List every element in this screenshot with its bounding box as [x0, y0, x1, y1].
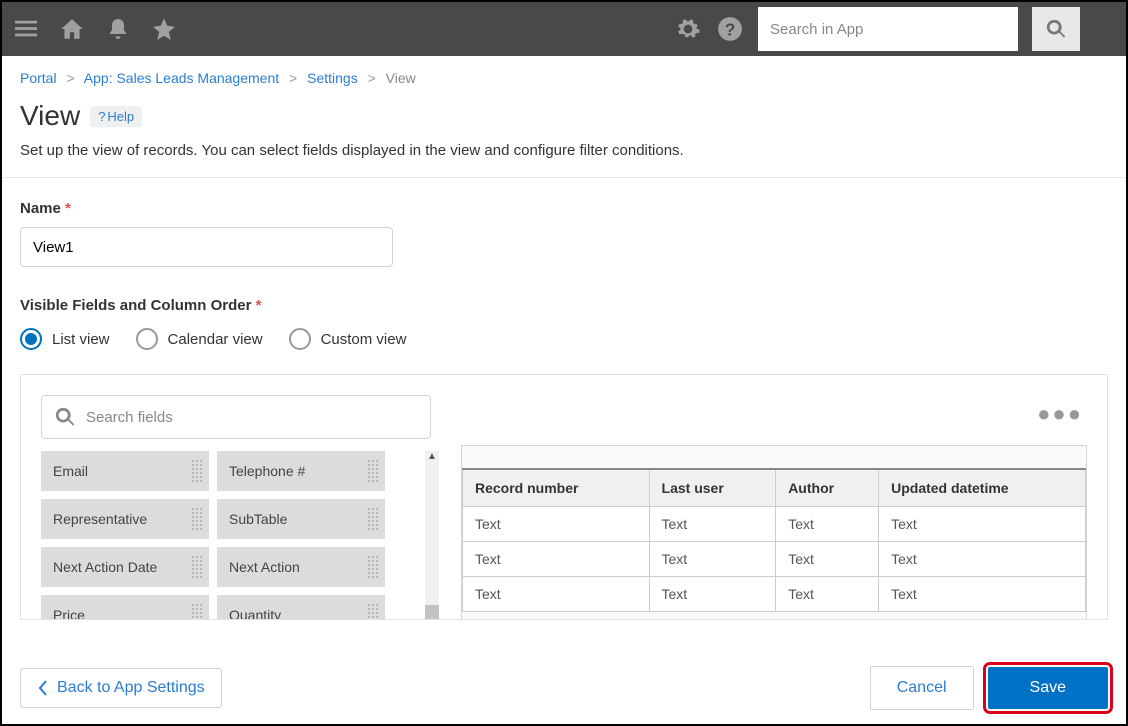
header-right: ?: [674, 2, 1116, 56]
breadcrumb-sep: >: [289, 70, 297, 86]
field-chip[interactable]: SubTable: [217, 499, 385, 539]
page-title: View: [20, 100, 80, 132]
app-header: ?: [2, 2, 1126, 56]
help-link[interactable]: ?Help: [90, 106, 142, 127]
star-icon[interactable]: [150, 15, 178, 43]
column-header[interactable]: Author: [776, 469, 879, 507]
column-header[interactable]: Updated datetime: [879, 469, 1086, 507]
preview-table: Record number Last user Author Updated d…: [462, 468, 1086, 612]
drag-handle-icon[interactable]: [191, 459, 203, 483]
breadcrumb-sep: >: [66, 70, 74, 86]
header-edge: [1094, 2, 1116, 56]
cancel-button[interactable]: Cancel: [870, 666, 974, 710]
view-type-radios: List view Calendar view Custom view: [20, 328, 1108, 350]
search-button[interactable]: [1032, 7, 1080, 51]
subtitle: Set up the view of records. You can sele…: [2, 142, 1126, 178]
radio-calendar-view[interactable]: Calendar view: [136, 328, 263, 350]
save-button[interactable]: Save: [988, 667, 1108, 709]
title-row: View ?Help: [2, 92, 1126, 142]
drag-handle-icon[interactable]: [191, 555, 203, 579]
radio-custom-label: Custom view: [321, 331, 407, 348]
visible-fields-label: Visible Fields and Column Order *: [20, 297, 1108, 314]
drag-handle-icon[interactable]: [191, 507, 203, 531]
field-chips: Email Telephone # Representative SubTabl…: [41, 451, 421, 620]
help-icon[interactable]: ?: [716, 15, 744, 43]
field-chip[interactable]: Next Action: [217, 547, 385, 587]
drag-handle-icon[interactable]: [367, 603, 379, 620]
fields-panel: Email Telephone # Representative SubTabl…: [20, 374, 1108, 620]
breadcrumb-settings[interactable]: Settings: [307, 70, 358, 86]
visible-fields-section: Visible Fields and Column Order * List v…: [2, 267, 1126, 350]
radio-custom-view[interactable]: Custom view: [289, 328, 407, 350]
radio-calendar-label: Calendar view: [168, 331, 263, 348]
name-input[interactable]: [20, 227, 393, 267]
field-chip[interactable]: Email: [41, 451, 209, 491]
footer: Back to App Settings Cancel Save: [8, 658, 1120, 718]
header-left: [12, 15, 178, 43]
table-row: TextTextTextText: [463, 577, 1086, 612]
chips-container: Email Telephone # Representative SubTabl…: [41, 451, 441, 620]
table-header-row: Record number Last user Author Updated d…: [463, 469, 1086, 507]
column-header[interactable]: Record number: [463, 469, 650, 507]
scrollbar[interactable]: ▲: [425, 451, 439, 620]
gear-icon[interactable]: [674, 15, 702, 43]
field-chip[interactable]: Telephone #: [217, 451, 385, 491]
drag-handle-icon[interactable]: [367, 507, 379, 531]
scroll-up-icon[interactable]: ▲: [427, 451, 437, 462]
back-button[interactable]: Back to App Settings: [20, 668, 222, 708]
field-search-input[interactable]: [86, 409, 418, 426]
breadcrumb-current: View: [386, 70, 416, 86]
field-chip[interactable]: Representative: [41, 499, 209, 539]
drag-handle-icon[interactable]: [191, 603, 203, 620]
radio-list-label: List view: [52, 331, 110, 348]
field-chip[interactable]: Price: [41, 595, 209, 620]
field-search-box: [41, 395, 431, 439]
back-label: Back to App Settings: [57, 679, 205, 697]
chevron-left-icon: [37, 679, 49, 697]
table-row: TextTextTextText: [463, 542, 1086, 577]
search-input[interactable]: [758, 21, 1018, 38]
home-icon[interactable]: [58, 15, 86, 43]
name-section: Name *: [2, 178, 1126, 267]
name-label: Name *: [20, 200, 1108, 217]
bell-icon[interactable]: [104, 15, 132, 43]
drag-handle-icon[interactable]: [367, 555, 379, 579]
svg-text:?: ?: [725, 20, 736, 40]
field-chip[interactable]: Quantity: [217, 595, 385, 620]
help-text: Help: [107, 109, 134, 124]
menu-icon[interactable]: [12, 15, 40, 43]
table-row: TextTextTextText: [463, 507, 1086, 542]
field-chip[interactable]: Next Action Date: [41, 547, 209, 587]
more-options-icon[interactable]: ●●●: [1037, 401, 1083, 427]
breadcrumb: Portal > App: Sales Leads Management > S…: [2, 56, 1126, 92]
radio-list-view[interactable]: List view: [20, 328, 110, 350]
footer-actions: Cancel Save: [870, 666, 1108, 710]
drag-handle-icon[interactable]: [367, 459, 379, 483]
scroll-thumb[interactable]: [425, 605, 439, 620]
column-header[interactable]: Last user: [649, 469, 776, 507]
search-container: [758, 7, 1018, 51]
available-fields: Email Telephone # Representative SubTabl…: [41, 395, 441, 619]
preview-panel: ●●● Record number Last user Author Updat…: [461, 445, 1087, 619]
preview-wrap: Record number Last user Author Updated d…: [461, 445, 1087, 620]
search-icon: [54, 406, 76, 428]
breadcrumb-app[interactable]: App: Sales Leads Management: [84, 70, 279, 86]
breadcrumb-sep: >: [368, 70, 376, 86]
breadcrumb-portal[interactable]: Portal: [20, 70, 57, 86]
